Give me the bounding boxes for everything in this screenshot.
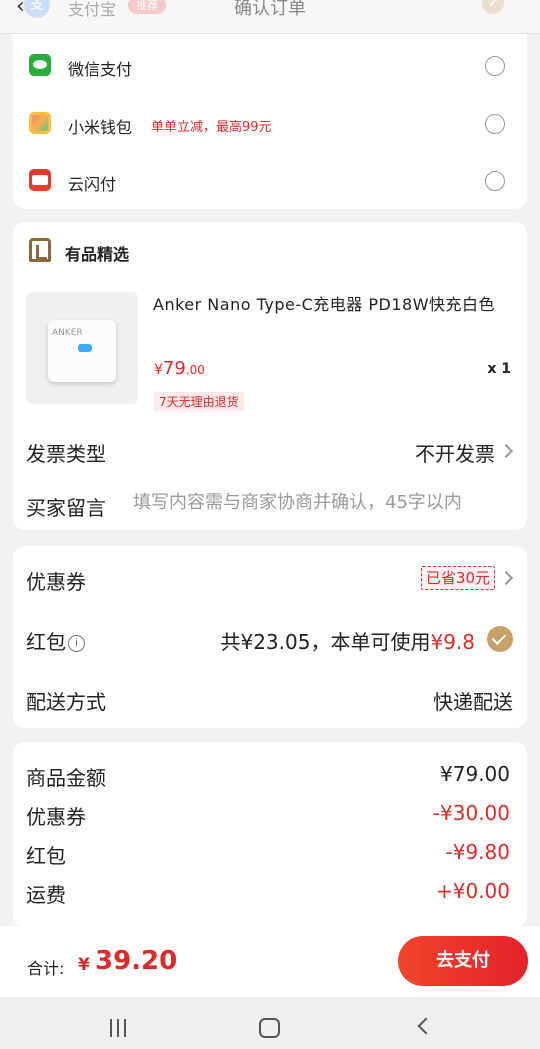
payment-radio-wechat[interactable]: [485, 56, 505, 76]
shop-icon: [29, 238, 51, 262]
summary-row: 运费 +¥0.00: [26, 879, 510, 909]
payment-option-unionpay[interactable]: 云闪付: [13, 151, 527, 209]
info-icon[interactable]: i: [68, 635, 85, 652]
payment-promo-text: 单单立减，最高99元: [151, 120, 272, 135]
product-card: 有品精选 ANKER Anker Nano Type-C充电器 PD18W快充白…: [13, 222, 527, 530]
buyer-message-input[interactable]: [133, 492, 517, 513]
summary-value: -¥9.80: [445, 840, 510, 864]
unionpay-quickpass-icon: [29, 169, 51, 191]
recent-apps-icon[interactable]: [108, 1019, 128, 1037]
price-summary-card: 商品金额 ¥79.00 优惠券 -¥30.00 红包 -¥9.80 运费 +¥0…: [13, 742, 527, 927]
xiaomi-wallet-icon: [29, 112, 51, 134]
charger-image: ANKER: [48, 320, 116, 382]
hongbao-label: 红包 i: [26, 626, 85, 655]
discount-card: 优惠券 已省30元 红包 i 共¥23.05，本单可使用¥9.8 配送方式 快递配…: [13, 546, 527, 728]
system-nav-bar: [0, 997, 540, 1049]
summary-value: -¥30.00: [432, 801, 510, 825]
wechat-pay-icon: [29, 54, 51, 76]
payment-option-xiaomi-wallet[interactable]: 小米钱包 单单立减，最高99元: [13, 94, 527, 152]
summary-label: 商品金额: [26, 766, 106, 790]
price-integer: 79: [162, 358, 186, 379]
checkout-bar: 合计: ¥ 39.20 去支付: [0, 926, 540, 997]
price-decimal: .00: [185, 363, 205, 377]
product-quantity: x 1: [487, 361, 511, 377]
hongbao-value: 共¥23.05，本单可使用¥9.8: [220, 626, 475, 655]
summary-row: 红包 -¥9.80: [26, 840, 510, 870]
invoice-type-label: 发票类型: [26, 442, 106, 466]
pay-button[interactable]: 去支付: [398, 936, 528, 986]
total-label: 合计:: [27, 959, 65, 978]
back-icon[interactable]: [417, 1017, 435, 1035]
payment-radio-xiaomi-wallet[interactable]: [485, 114, 505, 134]
product-image[interactable]: ANKER: [26, 292, 138, 404]
chevron-right-icon[interactable]: [498, 443, 514, 459]
hongbao-label-text: 红包: [26, 630, 66, 654]
summary-value: +¥0.00: [435, 879, 510, 903]
product-title[interactable]: Anker Nano Type-C充电器 PD18W快充白色: [153, 294, 503, 316]
summary-row: 优惠券 -¥30.00: [26, 801, 510, 831]
hongbao-value-prefix: 共¥23.05，本单可使用: [220, 630, 431, 654]
invoice-type-value[interactable]: 不开发票: [415, 438, 495, 467]
summary-label: 优惠券: [26, 805, 86, 829]
summary-label: 红包: [26, 844, 66, 868]
shop-name[interactable]: 有品精选: [65, 241, 129, 265]
hongbao-check-icon[interactable]: [487, 626, 513, 652]
summary-label: 运费: [26, 883, 66, 907]
summary-value: ¥79.00: [440, 762, 510, 786]
payment-option-label: 云闪付: [68, 175, 117, 194]
summary-row: 商品金额 ¥79.00: [26, 762, 510, 792]
payment-methods-card: 微信支付 小米钱包 单单立减，最高99元 云闪付: [13, 34, 527, 209]
total-amount: 39.20: [95, 946, 178, 976]
charger-port: [78, 344, 92, 352]
chevron-right-icon[interactable]: [498, 570, 514, 586]
total-currency: ¥: [78, 955, 90, 975]
top-bar: ‹ 支 支付宝 推荐 确认订单 ✓: [0, 0, 540, 34]
coupon-label: 优惠券: [26, 570, 86, 594]
return-policy-badge: 7天无理由退货: [154, 392, 244, 411]
shipping-method-value: 快递配送: [433, 690, 513, 714]
home-icon[interactable]: [259, 1018, 280, 1038]
payment-radio-unionpay[interactable]: [485, 171, 505, 191]
product-image-brand: ANKER: [52, 328, 83, 338]
buyer-message-label: 买家留言: [26, 496, 106, 520]
payment-option-wechat[interactable]: 微信支付: [13, 36, 527, 94]
hongbao-usable-amount: ¥9.8: [430, 630, 475, 654]
price-currency: ¥: [154, 362, 163, 378]
payment-option-label: 微信支付: [68, 60, 133, 79]
payment-option-label: 小米钱包: [68, 118, 133, 137]
shipping-method-label: 配送方式: [26, 690, 106, 714]
page-title: 确认订单: [234, 0, 306, 19]
coupon-saved-badge[interactable]: 已省30元: [420, 566, 495, 590]
product-price: ¥79.00: [154, 358, 205, 379]
